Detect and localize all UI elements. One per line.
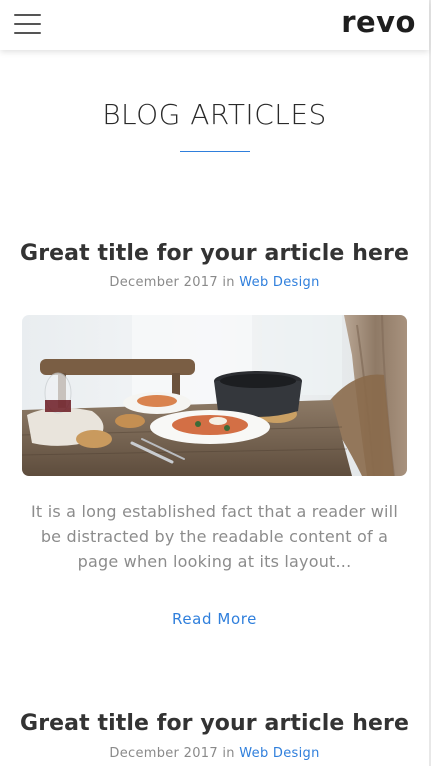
title-divider (180, 151, 250, 152)
article-meta: December 2017 in Web Design (0, 746, 429, 761)
page: revo BLOG ARTICLES Great title for your … (0, 0, 431, 766)
article-title[interactable]: Great title for your article here (0, 711, 429, 736)
article-excerpt: It is a long established fact that a rea… (31, 502, 398, 571)
article-category-link[interactable]: Web Design (239, 275, 319, 290)
top-navbar: revo (0, 0, 429, 50)
article-date: December 2017 (109, 275, 218, 290)
article-meta-in: in (222, 746, 235, 761)
article-date: December 2017 (109, 746, 218, 761)
article-category-link[interactable]: Web Design (239, 746, 319, 761)
article-image[interactable] (22, 315, 407, 476)
article-meta-in: in (222, 275, 235, 290)
article-meta: December 2017 in Web Design (0, 275, 429, 290)
dining-table-photo (22, 315, 407, 476)
article-title[interactable]: Great title for your article here (0, 241, 429, 266)
site-logo[interactable]: revo (341, 5, 416, 39)
hamburger-menu-icon[interactable] (14, 12, 42, 36)
read-more-link[interactable]: Read More (0, 610, 429, 628)
page-title: BLOG ARTICLES (102, 98, 327, 131)
